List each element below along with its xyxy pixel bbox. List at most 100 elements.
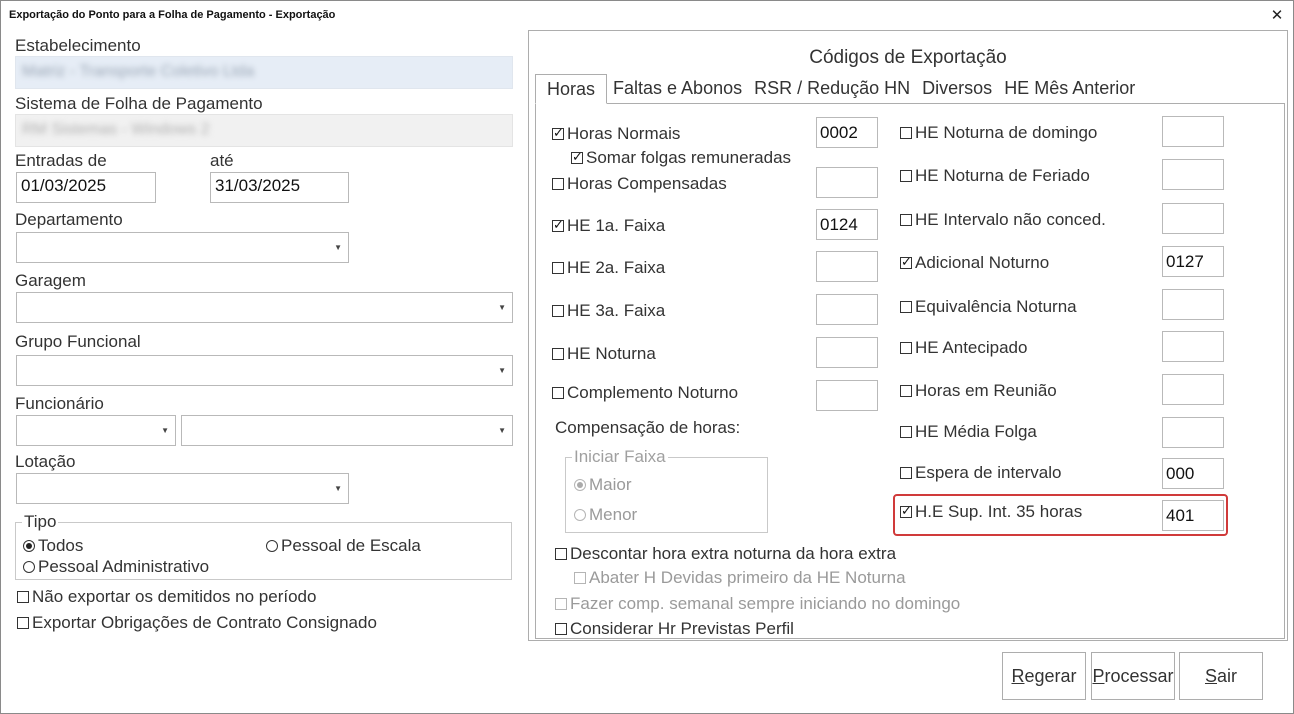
he-sup-int-35-horas-code-input[interactable]: 401	[1162, 500, 1224, 531]
tipo-admin-radio[interactable]: Pessoal Administrativo	[23, 557, 209, 577]
checkbox-icon	[552, 262, 564, 274]
checkbox-icon	[900, 467, 912, 479]
tab-diversos[interactable]: Diversos	[916, 74, 998, 104]
he-media-folga-code-input[interactable]	[1162, 417, 1224, 448]
horas-normais-code-input[interactable]: 0002	[816, 117, 878, 148]
espera-intervalo-code-input[interactable]: 000	[1162, 458, 1224, 489]
considerar-hr-previstas-checkbox[interactable]: Considerar Hr Previstas Perfil	[555, 619, 794, 639]
iniciar-faixa-menor-radio[interactable]: Menor	[574, 505, 637, 525]
somar-folgas-checkbox[interactable]: Somar folgas remuneradas	[571, 148, 791, 168]
processar-button[interactable]: Processar	[1091, 652, 1175, 700]
he-noturna-checkbox[interactable]: HE Noturna	[552, 344, 656, 364]
he-noturna-feriado-code-input[interactable]	[1162, 159, 1224, 190]
checkbox-icon	[900, 127, 912, 139]
he-noturna-domingo-checkbox[interactable]: HE Noturna de domingo	[900, 123, 1097, 143]
he-antecipado-code-input[interactable]	[1162, 331, 1224, 362]
he-noturna-domingo-code-input[interactable]	[1162, 116, 1224, 147]
departamento-combo[interactable]: ▼	[16, 232, 349, 263]
checkbox-checked-icon	[900, 254, 912, 270]
funcionario-code-combo[interactable]: ▼	[16, 415, 176, 446]
checkbox-checked-icon	[552, 217, 564, 233]
sistema-folha-combo[interactable]: RM Sistemas - Windows 2	[15, 114, 513, 147]
he-antecipado-checkbox[interactable]: HE Antecipado	[900, 338, 1027, 358]
title-bar: Exportação do Ponto para a Folha de Paga…	[1, 1, 1293, 31]
entradas-de-input[interactable]: 01/03/2025	[16, 172, 156, 203]
horas-em-reuniao-code-input[interactable]	[1162, 374, 1224, 405]
he-1a-faixa-checkbox[interactable]: HE 1a. Faixa	[552, 216, 665, 236]
iniciar-faixa-maior-radio[interactable]: Maior	[574, 475, 632, 495]
close-icon[interactable]: ✕	[1267, 6, 1287, 26]
checkbox-icon	[900, 214, 912, 226]
chevron-down-icon: ▼	[161, 425, 169, 435]
horas-normais-checkbox[interactable]: Horas Normais	[552, 124, 680, 144]
entradas-ate-input[interactable]: 31/03/2025	[210, 172, 349, 203]
funcionario-label: Funcionário	[15, 394, 104, 413]
checkbox-icon	[552, 348, 564, 360]
radio-icon	[266, 540, 278, 552]
radio-selected-icon	[23, 540, 35, 552]
tab-strip: Horas Faltas e Abonos RSR / Redução HN D…	[535, 74, 1141, 104]
espera-intervalo-checkbox[interactable]: Espera de intervalo	[900, 463, 1061, 483]
he-2a-faixa-code-input[interactable]	[816, 251, 878, 282]
checkbox-checked-icon	[552, 125, 564, 141]
he-intervalo-nao-conced-code-input[interactable]	[1162, 203, 1224, 234]
ate-label: até	[210, 151, 234, 170]
he-2a-faixa-checkbox[interactable]: HE 2a. Faixa	[552, 258, 665, 278]
nao-exportar-demitidos-checkbox[interactable]: Não exportar os demitidos no período	[17, 587, 316, 607]
he-intervalo-nao-conced-checkbox[interactable]: HE Intervalo não conced.	[900, 210, 1106, 230]
equivalencia-noturna-code-input[interactable]	[1162, 289, 1224, 320]
tab-faltas-abonos[interactable]: Faltas e Abonos	[607, 74, 748, 104]
funcionario-name-combo[interactable]: ▼	[181, 415, 513, 446]
radio-icon	[574, 509, 586, 521]
chevron-down-icon: ▼	[334, 242, 342, 252]
sair-button[interactable]: Sair	[1179, 652, 1263, 700]
tab-he-mes-anterior[interactable]: HE Mês Anterior	[998, 74, 1141, 104]
checkbox-icon	[555, 548, 567, 560]
tipo-todos-radio[interactable]: Todos	[23, 536, 83, 556]
tab-horas[interactable]: Horas	[535, 74, 608, 104]
checkbox-icon	[574, 572, 586, 584]
chevron-down-icon: ▼	[498, 302, 506, 312]
he-3a-faixa-code-input[interactable]	[816, 294, 878, 325]
window-title: Exportação do Ponto para a Folha de Paga…	[9, 9, 336, 21]
complemento-noturno-code-input[interactable]	[816, 380, 878, 411]
he-sup-int-35-horas-checkbox[interactable]: H.E Sup. Int. 35 horas	[900, 502, 1082, 522]
chevron-down-icon: ▼	[498, 425, 506, 435]
exportar-consignado-checkbox[interactable]: Exportar Obrigações de Contrato Consigna…	[17, 613, 377, 633]
tipo-escala-radio[interactable]: Pessoal de Escala	[266, 536, 421, 556]
radio-icon	[23, 561, 35, 573]
he-1a-faixa-code-input[interactable]: 0124	[816, 209, 878, 240]
estabelecimento-combo[interactable]: Matriz - Transporte Coletivo Ltda	[15, 56, 513, 89]
checkbox-icon	[900, 301, 912, 313]
regerar-button[interactable]: Regerar	[1002, 652, 1086, 700]
abater-h-devidas-checkbox[interactable]: Abater H Devidas primeiro da HE Noturna	[574, 568, 906, 588]
he-noturna-feriado-checkbox[interactable]: HE Noturna de Feriado	[900, 166, 1090, 186]
adicional-noturno-checkbox[interactable]: Adicional Noturno	[900, 253, 1049, 273]
descontar-he-noturna-checkbox[interactable]: Descontar hora extra noturna da hora ext…	[555, 544, 896, 564]
fazer-comp-semanal-checkbox[interactable]: Fazer comp. semanal sempre iniciando no …	[555, 594, 960, 614]
he-media-folga-checkbox[interactable]: HE Média Folga	[900, 422, 1037, 442]
checkbox-checked-icon	[900, 503, 912, 519]
entradas-de-label: Entradas de	[15, 151, 107, 170]
equivalencia-noturna-checkbox[interactable]: Equivalência Noturna	[900, 297, 1077, 317]
he-noturna-code-input[interactable]	[816, 337, 878, 368]
complemento-noturno-checkbox[interactable]: Complemento Noturno	[552, 383, 738, 403]
checkbox-checked-icon	[571, 149, 583, 165]
compensacao-label: Compensação de horas:	[555, 418, 741, 437]
garagem-label: Garagem	[15, 271, 86, 290]
horas-compensadas-code-input[interactable]	[816, 167, 878, 198]
adicional-noturno-code-input[interactable]: 0127	[1162, 246, 1224, 277]
checkbox-icon	[552, 387, 564, 399]
garagem-combo[interactable]: ▼	[16, 292, 513, 323]
checkbox-icon	[552, 178, 564, 190]
lotacao-combo[interactable]: ▼	[16, 473, 349, 504]
checkbox-icon	[900, 170, 912, 182]
horas-em-reuniao-checkbox[interactable]: Horas em Reunião	[900, 381, 1057, 401]
he-3a-faixa-checkbox[interactable]: HE 3a. Faixa	[552, 301, 665, 321]
grupo-funcional-combo[interactable]: ▼	[16, 355, 513, 386]
checkbox-icon	[900, 385, 912, 397]
chevron-down-icon: ▼	[498, 365, 506, 375]
tab-rsr-reducao-hn[interactable]: RSR / Redução HN	[748, 74, 916, 104]
checkbox-icon	[17, 591, 29, 603]
horas-compensadas-checkbox[interactable]: Horas Compensadas	[552, 174, 727, 194]
